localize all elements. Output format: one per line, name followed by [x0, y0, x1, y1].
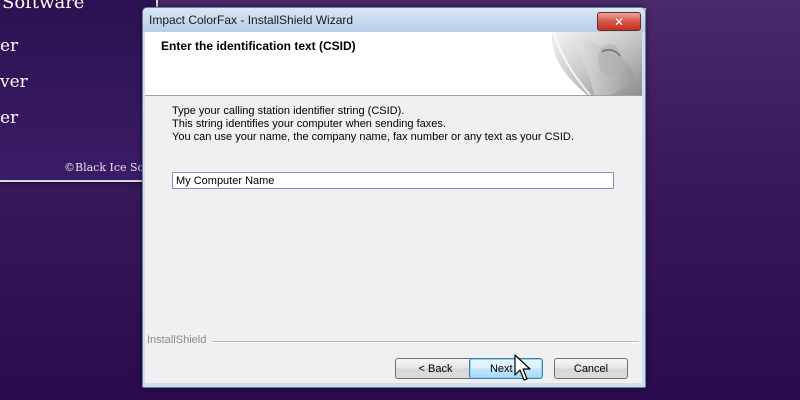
back-button[interactable]: < Back [395, 358, 476, 379]
brand-divider [147, 341, 639, 343]
background-menu-item[interactable]: er [0, 36, 18, 56]
installshield-wizard-dialog: Impact ColorFax - InstallShield Wizard ✕… [142, 7, 646, 388]
dialog-client-area: Enter the identification text (CSID) Typ… [145, 32, 642, 383]
cancel-button[interactable]: Cancel [554, 358, 628, 379]
close-button[interactable]: ✕ [597, 12, 641, 31]
header-band: Enter the identification text (CSID) [145, 32, 642, 96]
window-title: Impact ColorFax - InstallShield Wizard [149, 13, 354, 27]
close-icon: ✕ [613, 14, 625, 29]
csid-input[interactable] [172, 172, 614, 189]
background-menu-item[interactable]: ver [0, 72, 28, 92]
instruction-line: You can use your name, the company name,… [172, 131, 574, 143]
mouse-pointer-icon [514, 354, 531, 381]
background-menu-item[interactable]: er [0, 108, 18, 128]
page-title: Enter the identification text (CSID) [161, 39, 356, 53]
instruction-line: This string identifies your computer whe… [172, 118, 446, 130]
header-artwork [551, 32, 642, 95]
title-bar[interactable]: Impact ColorFax - InstallShield Wizard ✕ [143, 8, 645, 32]
background-installer-window: Software er ver er ©Black Ice Softw [0, 0, 162, 182]
instruction-line: Type your calling station identifier str… [172, 105, 405, 117]
installshield-brand: InstallShield [147, 334, 213, 346]
instructions: Type your calling station identifier str… [172, 105, 574, 144]
background-title: Software [2, 0, 85, 13]
